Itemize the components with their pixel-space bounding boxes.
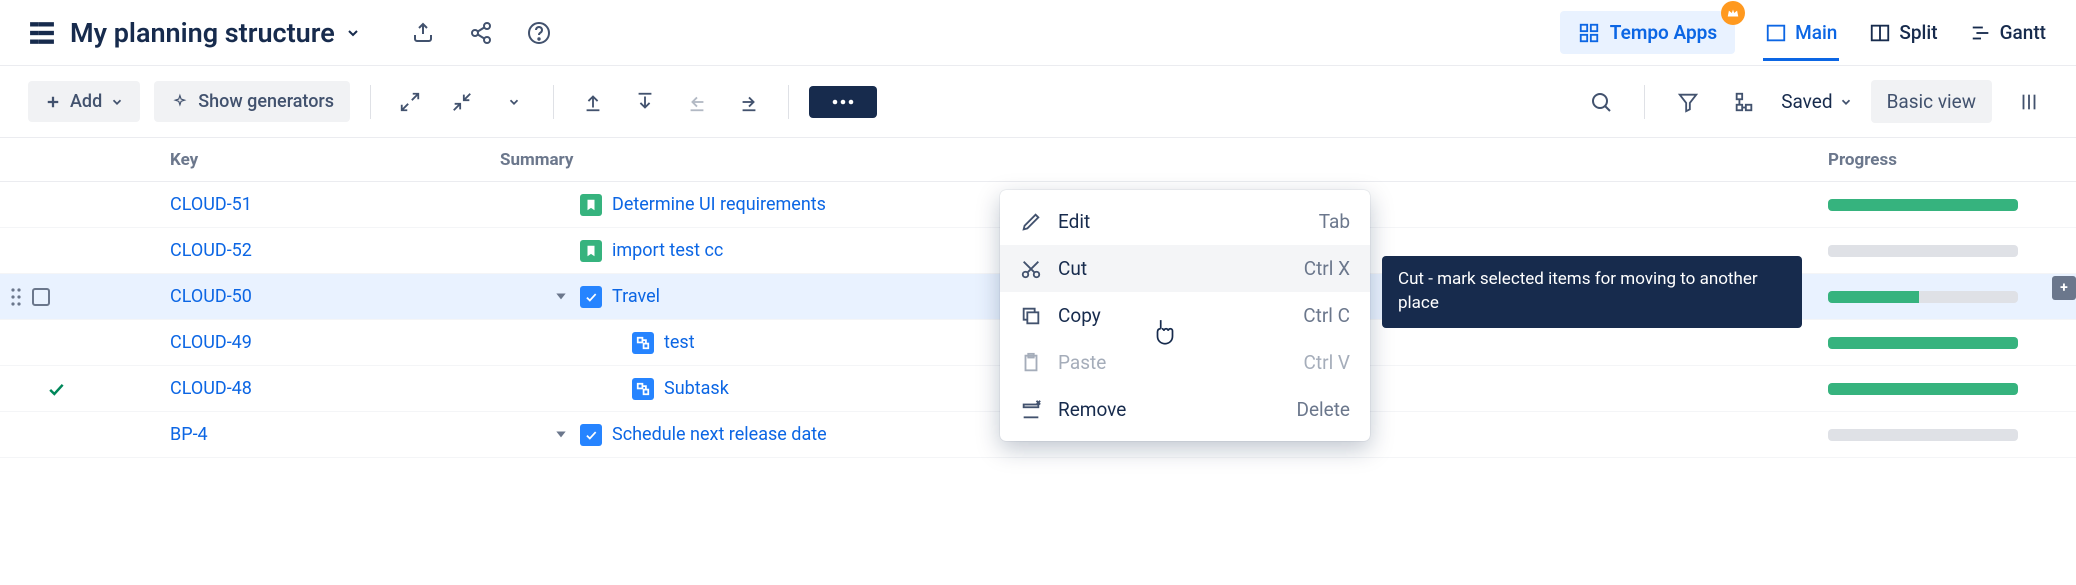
- issue-key-link[interactable]: CLOUD-52: [170, 240, 252, 261]
- issue-key-link[interactable]: CLOUD-50: [170, 286, 252, 307]
- structure-title-dropdown[interactable]: My planning structure: [70, 17, 361, 49]
- expand-all-button[interactable]: [391, 83, 429, 121]
- menu-item-label: Copy: [1058, 304, 1287, 327]
- tempo-apps-button[interactable]: Tempo Apps: [1560, 11, 1735, 54]
- chevron-down-icon: [345, 25, 361, 41]
- issue-key-link[interactable]: BP-4: [170, 424, 208, 445]
- tooltip: Cut - mark selected items for moving to …: [1382, 256, 1802, 328]
- collapse-all-button[interactable]: [443, 83, 481, 121]
- menu-item-shortcut: Ctrl C: [1303, 304, 1350, 327]
- issue-key-link[interactable]: CLOUD-51: [170, 194, 252, 215]
- columns-button[interactable]: [2010, 83, 2048, 121]
- menu-item-remove[interactable]: Remove Delete: [1000, 386, 1370, 433]
- issue-summary-link[interactable]: test: [664, 332, 695, 353]
- expand-toggle[interactable]: [552, 426, 570, 444]
- help-button[interactable]: [525, 19, 553, 47]
- issue-summary-link[interactable]: Schedule next release date: [612, 424, 827, 445]
- copy-icon: [1020, 305, 1042, 327]
- progress-bar: [1828, 337, 2018, 349]
- menu-item-edit[interactable]: Edit Tab: [1000, 198, 1370, 245]
- more-actions-button[interactable]: [809, 86, 877, 118]
- issue-key-link[interactable]: CLOUD-48: [170, 378, 252, 399]
- issue-type-icon: [580, 286, 602, 308]
- menu-item-label: Edit: [1058, 210, 1303, 233]
- view-tab-main[interactable]: Main: [1763, 5, 1839, 60]
- menu-item-shortcut: Ctrl V: [1304, 351, 1350, 374]
- menu-item-label: Remove: [1058, 398, 1280, 421]
- remove-icon: [1020, 399, 1042, 421]
- issue-key-link[interactable]: CLOUD-49: [170, 332, 252, 353]
- issue-summary-link[interactable]: import test cc: [612, 240, 723, 261]
- drag-handle-icon[interactable]: [10, 287, 22, 307]
- progress-bar: [1828, 199, 2018, 211]
- basic-view-button[interactable]: Basic view: [1871, 80, 1992, 123]
- structure-title: My planning structure: [70, 17, 335, 49]
- basic-view-label: Basic view: [1887, 90, 1976, 113]
- column-header-key[interactable]: Key: [120, 150, 500, 170]
- show-generators-label: Show generators: [198, 91, 334, 112]
- toolbar: Add Show generators: [0, 66, 2076, 138]
- progress-bar: [1828, 383, 2018, 395]
- add-button[interactable]: Add: [28, 81, 140, 122]
- issue-summary-link[interactable]: Determine UI requirements: [612, 194, 826, 215]
- issue-summary-link[interactable]: Travel: [612, 286, 660, 307]
- move-up-button[interactable]: [574, 83, 612, 121]
- expand-toggle[interactable]: [552, 288, 570, 306]
- menu-item-shortcut: Tab: [1319, 210, 1350, 233]
- saved-label: Saved: [1781, 90, 1832, 113]
- row-checkbox[interactable]: [32, 288, 50, 306]
- progress-bar: [1828, 245, 2018, 257]
- view-tab-split[interactable]: Split: [1867, 5, 1939, 60]
- tab-label: Main: [1795, 21, 1837, 44]
- context-menu: Edit Tab Cut Ctrl X Copy Ctrl C Paste Ctrl V Rem…: [1000, 190, 1370, 441]
- menu-item-label: Cut: [1058, 257, 1288, 280]
- indent-button[interactable]: [730, 83, 768, 121]
- topbar: My planning structure Tempo Apps Main: [0, 0, 2076, 66]
- add-column-button[interactable]: +: [2052, 276, 2076, 300]
- issue-type-icon: [580, 424, 602, 446]
- menu-item-label: Paste: [1058, 351, 1288, 374]
- share-button[interactable]: [467, 19, 495, 47]
- expand-level-dropdown[interactable]: [495, 83, 533, 121]
- progress-bar: [1828, 429, 2018, 441]
- issue-type-icon: [632, 332, 654, 354]
- menu-item-paste: Paste Ctrl V: [1000, 339, 1370, 386]
- apps-icon: [1578, 22, 1600, 44]
- cut-icon: [1020, 258, 1042, 280]
- tab-label: Gantt: [2000, 21, 2046, 44]
- issue-type-icon: [580, 194, 602, 216]
- table-header: Key Summary Progress: [0, 138, 2076, 182]
- add-label: Add: [70, 91, 102, 112]
- done-check-icon: [46, 379, 66, 399]
- edit-icon: [1020, 211, 1042, 233]
- issue-type-icon: [580, 240, 602, 262]
- progress-bar: [1828, 291, 2018, 303]
- structure-icon: [28, 19, 56, 47]
- view-tab-gantt[interactable]: Gantt: [1968, 5, 2048, 60]
- tempo-apps-label: Tempo Apps: [1610, 21, 1717, 44]
- filter-button[interactable]: [1669, 83, 1707, 121]
- move-down-button[interactable]: [626, 83, 664, 121]
- issue-summary-link[interactable]: Subtask: [664, 378, 729, 399]
- menu-item-shortcut: Delete: [1296, 398, 1350, 421]
- menu-item-cut[interactable]: Cut Ctrl X: [1000, 245, 1370, 292]
- column-header-progress[interactable]: Progress: [1828, 150, 2048, 170]
- issue-type-icon: [632, 378, 654, 400]
- search-button[interactable]: [1582, 83, 1620, 121]
- outdent-button[interactable]: [678, 83, 716, 121]
- save-state-dropdown[interactable]: Saved: [1781, 90, 1852, 113]
- paste-icon: [1020, 352, 1042, 374]
- menu-item-copy[interactable]: Copy Ctrl C: [1000, 292, 1370, 339]
- crown-badge-icon: [1721, 1, 1745, 25]
- transform-button[interactable]: [1725, 83, 1763, 121]
- tab-label: Split: [1899, 21, 1937, 44]
- show-generators-button[interactable]: Show generators: [154, 81, 350, 122]
- column-header-summary[interactable]: Summary: [500, 150, 1828, 170]
- menu-item-shortcut: Ctrl X: [1304, 257, 1350, 280]
- export-button[interactable]: [409, 19, 437, 47]
